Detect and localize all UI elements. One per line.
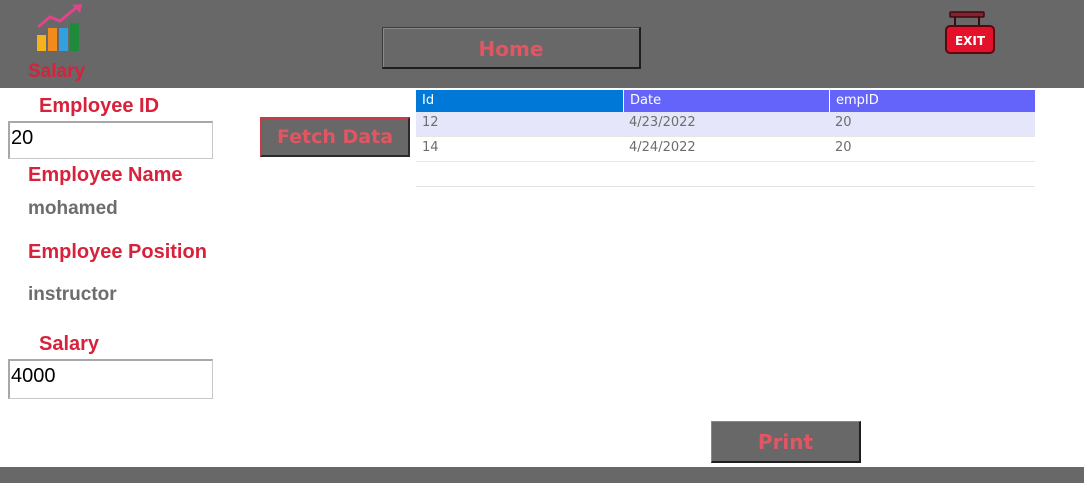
employee-name-label: Employee Name — [28, 164, 183, 186]
exit-label: EXIT — [955, 34, 986, 48]
cell-date[interactable]: 4/24/2022 — [623, 137, 829, 161]
app-logo: Salary — [28, 3, 90, 82]
cell-empid[interactable]: 20 — [829, 112, 1035, 136]
logo-label: Salary — [28, 61, 86, 82]
employee-id-input[interactable]: 20 — [8, 121, 213, 159]
cell-id[interactable]: 14 — [416, 137, 623, 161]
employee-name-value: mohamed — [28, 198, 118, 219]
salary-chart-icon — [37, 4, 82, 51]
cell-empid[interactable]: 20 — [829, 137, 1035, 161]
salary-label: Salary — [39, 333, 100, 355]
bottom-bar — [0, 467, 1084, 483]
data-grid[interactable]: Id Date empID 12 4/23/2022 20 14 4/24/20… — [416, 90, 1035, 162]
fetch-data-button[interactable]: Fetch Data — [260, 117, 410, 157]
table-row[interactable]: 12 4/23/2022 20 — [416, 112, 1035, 137]
print-button[interactable]: Print — [711, 421, 861, 463]
salary-input[interactable]: 4000 — [8, 359, 213, 399]
home-button[interactable]: Home — [382, 27, 641, 69]
column-header-id[interactable]: Id — [416, 90, 623, 112]
exit-icon[interactable]: EXIT — [944, 10, 998, 56]
employee-position-value: instructor — [28, 284, 117, 305]
grid-header: Id Date empID — [416, 90, 1035, 112]
cell-date[interactable]: 4/23/2022 — [623, 112, 829, 136]
table-row[interactable]: 14 4/24/2022 20 — [416, 137, 1035, 162]
column-header-date[interactable]: Date — [623, 90, 829, 112]
cell-id[interactable]: 12 — [416, 112, 623, 136]
grid-divider — [416, 186, 1035, 187]
column-header-empid[interactable]: empID — [829, 90, 1035, 112]
employee-position-label: Employee Position — [28, 241, 207, 263]
employee-id-label: Employee ID — [39, 95, 160, 117]
